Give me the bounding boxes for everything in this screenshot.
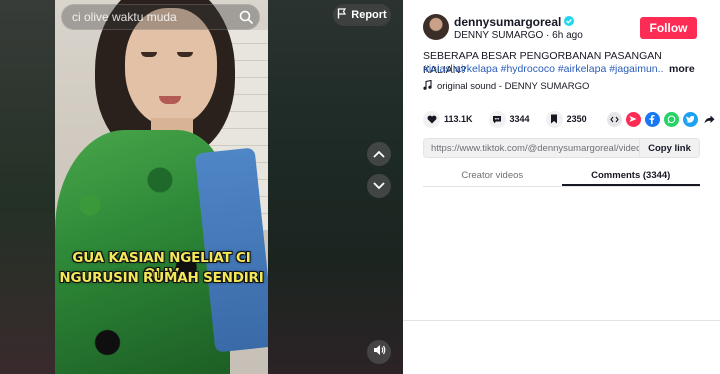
copy-link-box: https://www.tiktok.com/@dennysumargoreal… <box>423 138 700 158</box>
sound-name[interactable]: original sound - DENNY SUMARGO <box>437 81 589 92</box>
post-hashtags[interactable]: #iniasliairkelapa #hydrococo #airkelapa … <box>423 62 663 76</box>
author-subline: DENNY SUMARGO · 6h ago <box>454 30 583 41</box>
video-player[interactable]: GUA KASIAN NGELIAT CI OLIV NGURUSIN RUMA… <box>55 0 268 374</box>
facebook-icon[interactable] <box>644 111 660 127</box>
like-count: 113.1K <box>444 114 473 124</box>
embed-icon[interactable] <box>606 111 622 127</box>
search-input[interactable]: ci olive waktu muda <box>62 10 233 24</box>
report-button[interactable]: Report <box>333 4 391 26</box>
author-username-row[interactable]: dennysumargoreal <box>454 15 575 29</box>
panel-tabs: Creator videos Comments (3344) <box>423 163 700 187</box>
send-icon[interactable] <box>625 111 641 127</box>
action-bar: 113.1K 3344 2350 <box>423 109 717 129</box>
video-url-field[interactable]: https://www.tiktok.com/@dennysumargoreal… <box>424 143 639 154</box>
like-button[interactable]: 113.1K <box>423 110 473 128</box>
chevron-up-icon <box>373 145 385 163</box>
author-separator: · <box>543 30 553 41</box>
panel-divider <box>403 320 720 321</box>
music-note-icon <box>423 79 432 93</box>
comment-count: 3344 <box>509 114 530 124</box>
verified-badge-icon <box>564 15 575 29</box>
search-bar[interactable]: ci olive waktu muda <box>61 4 260 30</box>
tab-comments[interactable]: Comments (3344) <box>561 163 700 186</box>
previous-video-button[interactable] <box>367 142 391 166</box>
copy-link-button[interactable]: Copy link <box>639 139 699 157</box>
video-info-panel: dennysumargoreal DENNY SUMARGO · 6h ago … <box>403 0 720 374</box>
video-scene-eye-left <box>141 52 157 57</box>
follow-button[interactable]: Follow <box>640 17 697 39</box>
author-display-name: DENNY SUMARGO <box>454 30 544 41</box>
heart-icon <box>423 110 440 128</box>
video-stage: GUA KASIAN NGELIAT CI OLIV NGURUSIN RUMA… <box>0 0 403 374</box>
video-caption-line-2: NGURUSIN RUMAH SENDIRI <box>59 270 264 286</box>
flag-icon <box>337 8 347 22</box>
whatsapp-icon[interactable] <box>663 111 679 127</box>
volume-icon <box>373 343 386 361</box>
sound-link[interactable]: original sound - DENNY SUMARGO <box>423 79 589 93</box>
tab-creator-videos[interactable]: Creator videos <box>423 163 562 186</box>
video-blur-backdrop-left <box>0 0 55 374</box>
next-video-button[interactable] <box>367 174 391 198</box>
share-icon[interactable] <box>701 111 717 127</box>
report-label: Report <box>351 9 387 21</box>
bookmark-icon <box>545 110 563 128</box>
video-scene-eye-right <box>177 52 193 57</box>
save-count: 2350 <box>566 114 587 124</box>
twitter-icon[interactable] <box>682 111 698 127</box>
comment-icon <box>488 110 506 128</box>
volume-button[interactable] <box>367 340 391 364</box>
more-button[interactable]: more <box>669 62 695 76</box>
chevron-down-icon <box>373 177 385 195</box>
avatar[interactable] <box>423 14 449 40</box>
save-button[interactable]: 2350 <box>545 110 587 128</box>
author-username[interactable]: dennysumargoreal <box>454 15 561 29</box>
comment-button[interactable]: 3344 <box>488 110 530 128</box>
search-icon[interactable] <box>233 4 259 30</box>
post-time: 6h ago <box>552 30 583 41</box>
